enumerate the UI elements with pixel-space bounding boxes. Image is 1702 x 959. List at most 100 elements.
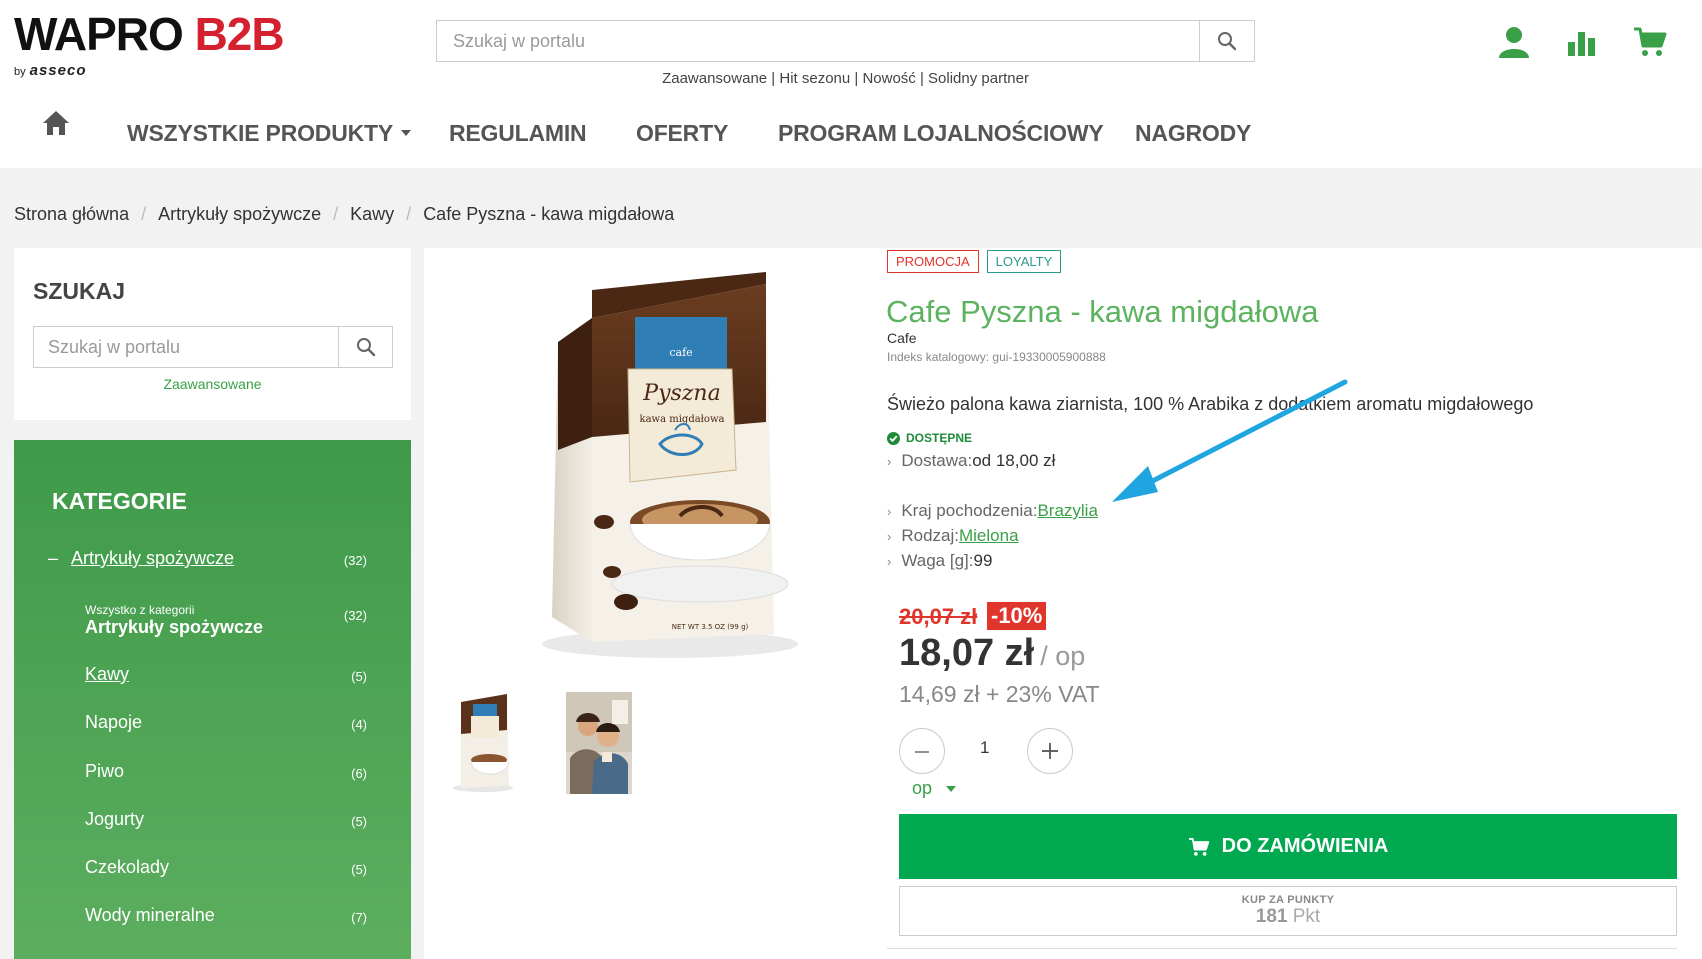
- logo-byline: by asseco: [14, 62, 284, 79]
- category-count: (5): [351, 814, 367, 829]
- logo-name: WAPRO: [14, 8, 195, 60]
- loyalty-badge: LOYALTY: [986, 250, 1062, 273]
- sidebar-search-input[interactable]: [34, 327, 338, 367]
- quantity-value[interactable]: 1: [980, 738, 989, 758]
- chevron-right-icon: ›: [887, 528, 892, 544]
- buy-with-points-label: KUP ZA PUNKTY: [1241, 894, 1335, 906]
- search-icon: [356, 338, 375, 357]
- category-count: (7): [351, 910, 367, 925]
- category-label[interactable]: Kawy: [85, 664, 129, 685]
- header-icons: [1494, 22, 1670, 62]
- home-icon: [43, 111, 69, 135]
- quantity-decrease-button[interactable]: [899, 728, 945, 774]
- category-all-link[interactable]: Wszystko z kategorii Artrykuły spożywcze: [85, 603, 263, 638]
- sidebar-search-panel: SZUKAJ Zaawansowane: [14, 248, 411, 420]
- product-title: Cafe Pyszna - kawa migdałowa: [886, 294, 1319, 329]
- product-description: Świeżo palona kawa ziarnista, 100 % Arab…: [887, 394, 1534, 414]
- unit-select-value: op: [912, 778, 933, 798]
- breadcrumb-home[interactable]: Strona główna: [14, 204, 129, 225]
- breadcrumb-separator: /: [333, 204, 339, 224]
- attribute-label: Rodzaj:: [901, 526, 959, 545]
- plus-icon: [1042, 743, 1058, 759]
- user-icon[interactable]: [1494, 22, 1534, 62]
- points-price: 181 Pkt: [900, 906, 1676, 928]
- attribute-weight: › Waga [g]: 99: [887, 551, 992, 571]
- nav-all-products-label: WSZYSTKIE PRODUKTY: [127, 120, 394, 146]
- price-value: 18,07 zł: [899, 632, 1035, 674]
- nav-home[interactable]: [42, 110, 70, 141]
- product-thumbnail[interactable]: [566, 692, 632, 794]
- product-thumbnail[interactable]: [447, 692, 515, 794]
- breadcrumb-separator: /: [141, 204, 147, 224]
- category-count: (32): [343, 553, 367, 568]
- chevron-down-icon: [401, 129, 412, 136]
- cart-icon: [1188, 837, 1209, 856]
- category-label[interactable]: Jogurty: [85, 809, 144, 830]
- logo[interactable]: WAPRO B2B by asseco: [14, 8, 285, 79]
- product-brand: Cafe: [887, 330, 917, 346]
- nav-oferty[interactable]: OFERTY: [636, 120, 728, 147]
- nav-all-products[interactable]: WSZYSTKIE PRODUKTY: [127, 120, 412, 147]
- attribute-origin: › Kraj pochodzenia: Brazylia: [887, 501, 1098, 521]
- nav-nagrody[interactable]: NAGRODY: [1135, 120, 1251, 147]
- attribute-value: 99: [973, 551, 993, 570]
- category-label[interactable]: Czekolady: [85, 857, 169, 878]
- category-all-prefix: Wszystko z kategorii: [85, 603, 195, 617]
- chevron-right-icon: ›: [887, 453, 892, 469]
- points-value: 181: [1255, 906, 1288, 927]
- breadcrumb-category[interactable]: Artrykuły spożywcze: [158, 204, 321, 225]
- buy-with-points-button[interactable]: KUP ZA PUNKTY 181 Pkt: [899, 886, 1677, 936]
- availability-status: DOSTĘPNE: [887, 431, 972, 445]
- category-label[interactable]: Napoje: [85, 712, 142, 733]
- nav-loyalty-program[interactable]: PROGRAM LOJALNOŚCIOWY: [778, 120, 1104, 147]
- product-image[interactable]: cafe Pyszna kawa migdałowa NET WT 3.5 OZ…: [530, 272, 800, 664]
- header-search-button[interactable]: [1199, 21, 1254, 61]
- old-price: 20,07 zł: [899, 604, 978, 629]
- breadcrumb-subcategory[interactable]: Kawy: [350, 204, 394, 225]
- attribute-label: Kraj pochodzenia:: [901, 501, 1038, 520]
- nav-regulamin[interactable]: REGULAMIN: [449, 120, 587, 147]
- sidebar-search-box: [33, 326, 393, 368]
- category-label[interactable]: Artrykuły spożywcze: [71, 548, 234, 569]
- add-to-order-label: DO ZAMÓWIENIA: [1221, 835, 1389, 857]
- header-search-input[interactable]: [437, 21, 1199, 61]
- price-unit: / op: [1040, 641, 1086, 671]
- logo-by-text: by: [14, 66, 26, 78]
- categories-panel: KATEGORIE – Artrykuły spożywcze (32) Wsz…: [14, 440, 411, 959]
- sidebar-search-button[interactable]: [338, 327, 392, 367]
- product-badges: PROMOCJA LOYALTY: [887, 250, 1062, 273]
- cart-icon[interactable]: [1630, 22, 1670, 62]
- collapse-icon[interactable]: –: [48, 548, 58, 569]
- add-to-order-button[interactable]: DO ZAMÓWIENIA: [899, 814, 1677, 879]
- category-count: (4): [351, 717, 367, 732]
- attribute-type-link[interactable]: Mielona: [959, 526, 1019, 546]
- attribute-value: od 18,00 zł: [972, 451, 1056, 470]
- breadcrumb-separator: /: [406, 204, 412, 224]
- search-icon: [1218, 32, 1237, 51]
- header-quick-links[interactable]: Zaawansowane | Hit sezonu | Nowość | Sol…: [436, 70, 1255, 87]
- package-weight-text: NET WT 3.5 OZ (99 g): [672, 623, 749, 631]
- logo-wordmark: WAPRO B2B: [14, 8, 285, 60]
- attribute-label: Dostawa:: [901, 451, 973, 470]
- breadcrumb: Strona główna / Artrykuły spożywcze / Ka…: [14, 204, 674, 225]
- unit-select[interactable]: op: [912, 778, 957, 799]
- quantity-increase-button[interactable]: [1027, 728, 1073, 774]
- promo-badge: PROMOCJA: [887, 250, 979, 273]
- category-count: (5): [351, 669, 367, 684]
- header-search: [436, 20, 1255, 62]
- category-label[interactable]: Wody mineralne: [85, 905, 215, 926]
- discount-badge: -10%: [987, 602, 1047, 630]
- category-count: (5): [351, 862, 367, 877]
- chevron-down-icon: [946, 785, 957, 792]
- attribute-type: › Rodzaj: Mielona: [887, 526, 1019, 546]
- attribute-origin-link[interactable]: Brazylia: [1037, 501, 1097, 521]
- category-label[interactable]: Piwo: [85, 761, 124, 782]
- attribute-delivery: › Dostawa: od 18,00 zł: [887, 451, 1055, 471]
- points-unit: Pkt: [1287, 906, 1321, 927]
- divider: [887, 948, 1677, 949]
- categories-title: KATEGORIE: [52, 488, 188, 514]
- advanced-search-link[interactable]: Zaawansowane: [14, 376, 411, 392]
- chart-icon[interactable]: [1562, 22, 1602, 62]
- availability-label: DOSTĘPNE: [906, 431, 973, 445]
- chevron-right-icon: ›: [887, 503, 892, 519]
